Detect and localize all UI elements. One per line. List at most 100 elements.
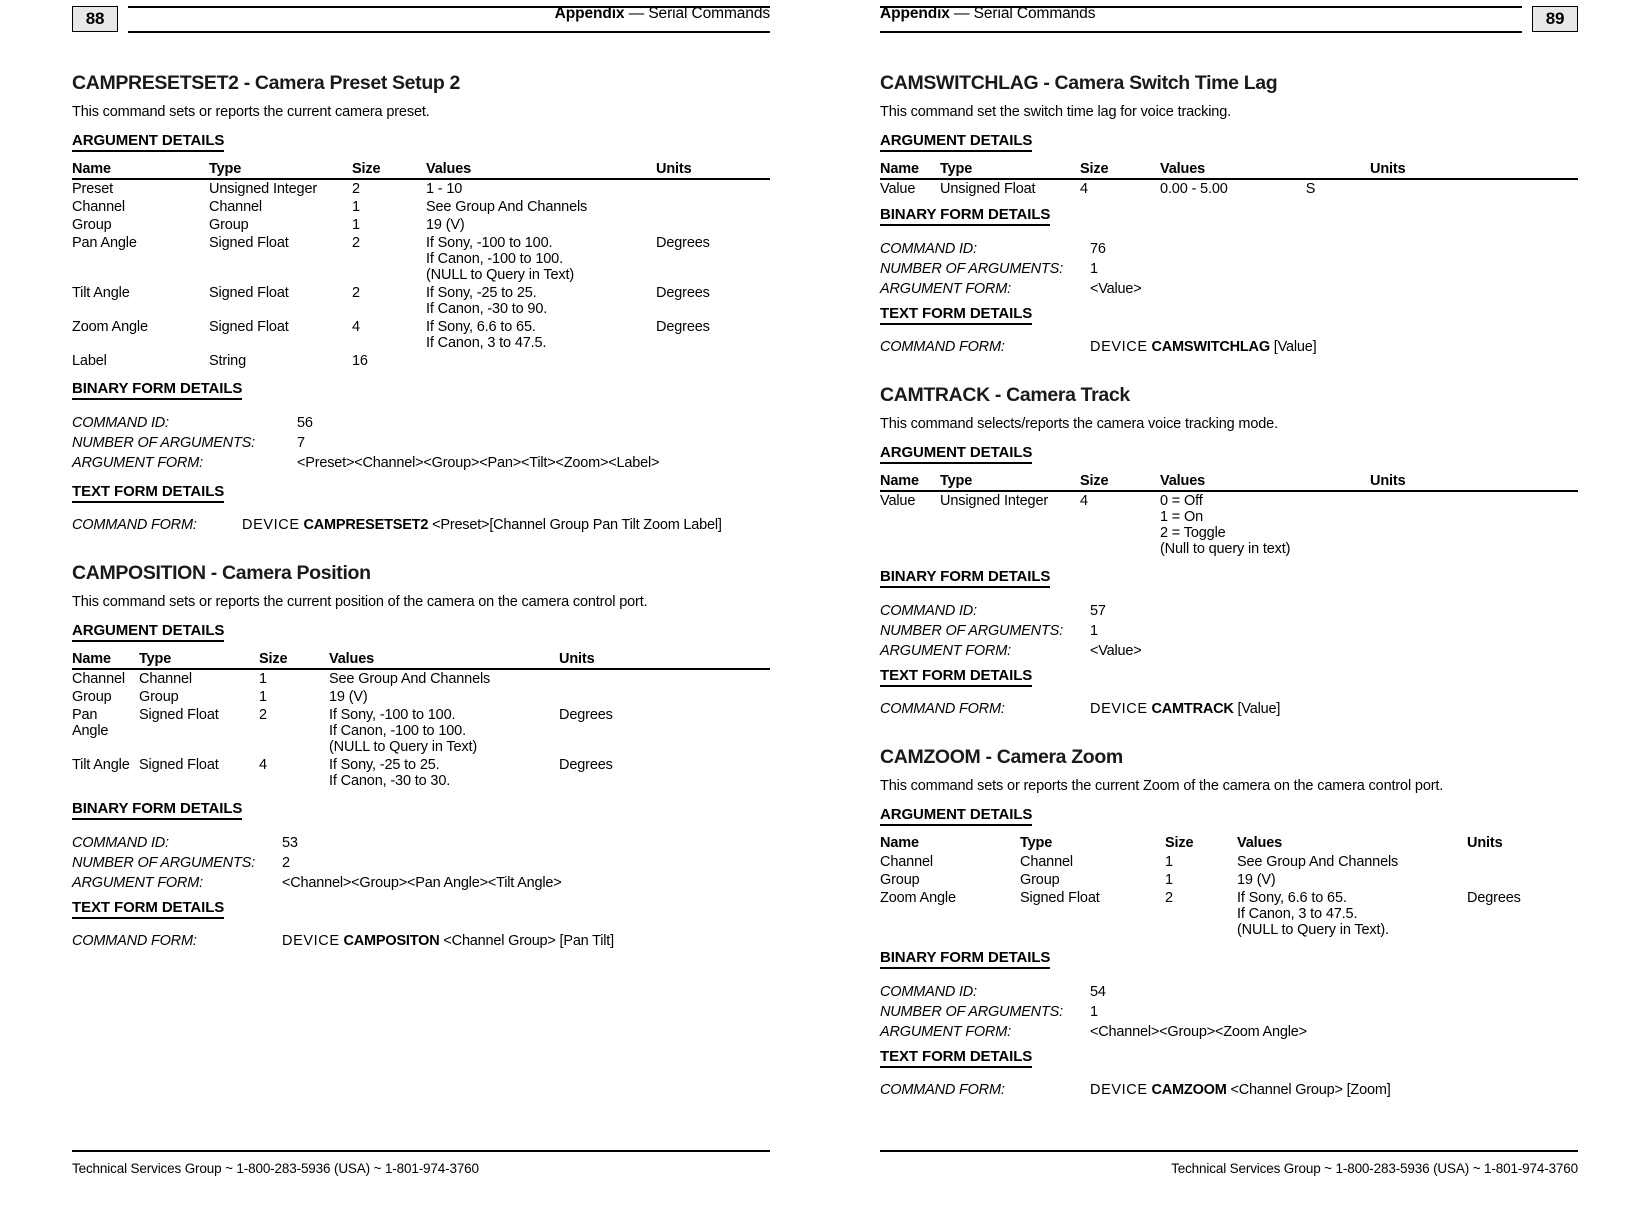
cell-values: See Group And Channels	[329, 669, 559, 688]
argument-details-heading: ARGUMENT DETAILS	[72, 132, 224, 152]
col-size: Size	[1080, 473, 1160, 492]
value-line: 19 (V)	[329, 689, 368, 705]
cell-size: 1	[259, 689, 267, 705]
command-form-value: DEVICE CAMZOOM <Channel Group> [Zoom]	[1090, 1080, 1391, 1100]
table-row: Group Group 1 19 (V)	[880, 871, 1578, 889]
page-number: 88	[72, 6, 118, 32]
text-details-heading-wrap: TEXT FORM DETAILS	[880, 1048, 1578, 1073]
col-units: Units	[1370, 473, 1578, 492]
page-footer-left: Technical Services Group ~ 1-800-283-593…	[72, 1150, 770, 1176]
value-line: 0 = Off	[1160, 493, 1203, 509]
command-id-label: COMMAND ID:	[880, 984, 977, 1000]
cell-units-inline: S	[1305, 181, 1316, 197]
text-form-details-heading: TEXT FORM DETAILS	[880, 667, 1032, 687]
command-id-label: COMMAND ID:	[72, 415, 169, 431]
table-row: Group Group 1 19 (V)	[72, 216, 770, 234]
cell-units	[1370, 491, 1578, 558]
num-args-label: NUMBER OF ARGUMENTS:	[880, 261, 1063, 277]
cell-values: 0 = Off 1 = On 2 = Toggle (Null to query in…	[1160, 491, 1370, 558]
binary-details-heading-wrap: BINARY FORM DETAILS	[880, 568, 1578, 593]
binary-form-details: COMMAND ID: 56 NUMBER OF ARGUMENTS: 7 AR…	[72, 413, 770, 473]
table-row: Group Group 1 19 (V)	[72, 688, 770, 706]
command-id-row: COMMAND ID: 56	[72, 413, 770, 433]
command-keyword: CAMPRESETSET2	[303, 517, 429, 533]
col-values: Values	[1160, 161, 1370, 180]
command-title: CAMSWITCHLAG - Camera Switch Time Lag	[880, 72, 1278, 94]
num-args-row: NUMBER OF ARGUMENTS: 1	[880, 621, 1578, 641]
value-line: See Group And Channels	[426, 199, 588, 215]
table-row: Channel Channel 1 See Group And Channels	[880, 853, 1578, 871]
argument-table: Name Type Size Values Units Value Unsigne…	[880, 161, 1578, 198]
command-form-label: COMMAND FORM:	[880, 701, 1005, 717]
cell-values: If Sony, 6.6 to 65. If Canon, 3 to 47.5.	[426, 318, 656, 352]
arg-form-row: ARGUMENT FORM: <Value>	[880, 279, 1578, 299]
command-description: This command sets or reports the current…	[72, 104, 430, 120]
cell-name: Preset	[72, 181, 114, 197]
argument-details-heading-wrap: ARGUMENT DETAILS	[880, 806, 1578, 831]
command-form-row: COMMAND FORM: DEVICE CAMSWITCHLAG [Value…	[880, 337, 1578, 357]
text-form-details-heading: TEXT FORM DETAILS	[72, 899, 224, 919]
binary-details-heading-wrap: BINARY FORM DETAILS	[880, 206, 1578, 231]
device-keyword: DEVICE	[242, 517, 300, 533]
command-args: <Channel Group> [Zoom]	[1230, 1082, 1391, 1098]
argument-table: Name Type Size Values Units Channel Chann…	[880, 835, 1578, 939]
cell-values: See Group And Channels	[1237, 853, 1467, 871]
num-args-row: NUMBER OF ARGUMENTS: 1	[880, 1002, 1578, 1022]
value-line: If Sony, -100 to 100.	[426, 235, 553, 251]
arg-form-label: ARGUMENT FORM:	[880, 643, 1011, 659]
section-camzoom: CAMZOOM - Camera Zoom This command sets …	[880, 746, 1578, 1100]
table-row: Pan Angle Signed Float 2 If Sony, -100 to 1…	[72, 706, 770, 756]
cell-size: 2	[259, 707, 267, 723]
command-form-label: COMMAND FORM:	[72, 517, 197, 533]
cell-size: 1	[1165, 854, 1173, 870]
running-head-text: Appendix — Serial Commands	[555, 5, 770, 23]
command-id-value: 57	[1090, 603, 1106, 619]
value-line: If Canon, -30 to 30.	[329, 773, 451, 789]
cell-units	[559, 669, 770, 688]
cell-type: Signed Float	[139, 707, 219, 723]
arg-form-row: ARGUMENT FORM: <Channel><Group><Zoom Ang…	[880, 1022, 1578, 1042]
command-id-label: COMMAND ID:	[880, 603, 977, 619]
cell-type: Channel	[1020, 854, 1073, 870]
cell-type: Channel	[139, 671, 192, 687]
running-head-left: 88 Appendix — Serial Commands	[72, 4, 770, 34]
section-camposition: CAMPOSITION - Camera Position This comma…	[72, 562, 770, 951]
footer-text: Technical Services Group ~ 1-800-283-593…	[72, 1150, 770, 1176]
cell-name: Group	[72, 689, 112, 705]
page-number: 89	[1532, 6, 1578, 32]
cell-size: 2	[352, 285, 360, 301]
cell-type: Group	[139, 689, 179, 705]
value-line: (NULL to Query in Text)	[329, 739, 478, 755]
value-line: If Canon, 3 to 47.5.	[1237, 906, 1358, 922]
value-line: If Sony, 6.6 to 65.	[1237, 890, 1347, 906]
header-rule	[128, 31, 770, 33]
table-header-row: Name Type Size Values Units	[72, 161, 770, 180]
cell-values: 19 (V)	[329, 688, 559, 706]
cell-type: Signed Float	[209, 285, 289, 301]
cell-size: 4	[1080, 493, 1088, 509]
cell-values: 19 (V)	[1237, 871, 1467, 889]
value-line: If Sony, 6.6 to 65.	[426, 319, 536, 335]
command-id-row: COMMAND ID: 57	[880, 601, 1578, 621]
num-args-value: 2	[282, 855, 290, 871]
page-89: 89 Appendix — Serial Commands CAMSWITCHL…	[825, 0, 1650, 1216]
text-form-details-heading: TEXT FORM DETAILS	[880, 1048, 1032, 1068]
text-form-details-heading: TEXT FORM DETAILS	[880, 305, 1032, 325]
argument-table: Name Type Size Values Units Value Unsigne…	[880, 473, 1578, 558]
cell-name: Label	[72, 353, 107, 369]
command-form-value: DEVICE CAMSWITCHLAG [Value]	[1090, 337, 1317, 357]
command-form-label: COMMAND FORM:	[72, 933, 197, 949]
col-type: Type	[209, 161, 352, 180]
value-line: If Canon, -100 to 100.	[426, 251, 563, 267]
cell-units: Degrees	[559, 757, 613, 773]
argument-details-heading-wrap: ARGUMENT DETAILS	[880, 132, 1578, 157]
cell-size: 2	[352, 181, 360, 197]
cell-units	[1467, 853, 1578, 871]
argument-details-heading: ARGUMENT DETAILS	[880, 806, 1032, 826]
cell-name: Pan Angle	[72, 235, 137, 251]
text-details-heading-wrap: TEXT FORM DETAILS	[72, 899, 770, 924]
cell-units	[656, 198, 770, 216]
device-keyword: DEVICE	[1090, 1082, 1148, 1098]
binary-form-details: COMMAND ID: 53 NUMBER OF ARGUMENTS: 2 AR…	[72, 833, 770, 893]
col-units: Units	[559, 651, 770, 670]
